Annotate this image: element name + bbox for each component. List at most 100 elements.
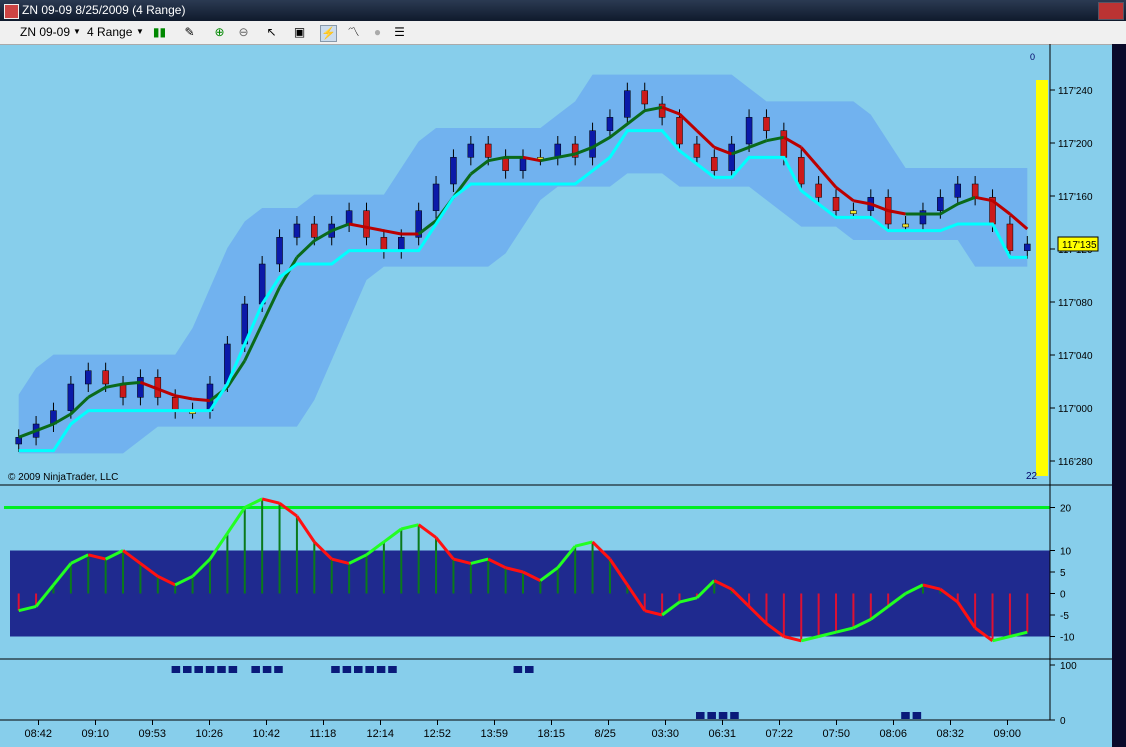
- pencil-icon[interactable]: ✎: [182, 25, 197, 40]
- circle-icon[interactable]: ●: [370, 25, 385, 40]
- x-tick-label: 08:32: [937, 728, 965, 740]
- cursor-icon[interactable]: ↖: [264, 25, 279, 40]
- signal-block: [183, 666, 192, 673]
- signal-block: [912, 712, 922, 719]
- x-tick-label: 12:52: [424, 728, 452, 740]
- x-tick-label: 18:15: [538, 728, 566, 740]
- price-bands: [18, 74, 1028, 454]
- crosshair-icon[interactable]: ▣: [292, 25, 307, 40]
- x-tick-label: 09:53: [139, 728, 167, 740]
- signal-block: [171, 666, 181, 673]
- candle-body: [624, 90, 631, 118]
- chevron-down-icon[interactable]: ▼: [136, 24, 144, 40]
- osc-tick-label: 10: [1060, 547, 1072, 558]
- instrument-select[interactable]: ZN 09-09: [20, 24, 70, 40]
- x-tick-label: 08:42: [25, 728, 53, 740]
- candle-body: [380, 237, 388, 251]
- candle-body: [954, 183, 961, 198]
- oscillator-line: [574, 540, 593, 548]
- x-tick-label: 11:18: [310, 728, 337, 740]
- candlestick-icon[interactable]: ▮▮: [152, 25, 167, 40]
- candle-body: [937, 197, 944, 211]
- x-tick-label: 09:10: [82, 728, 110, 740]
- price-tick-label: 117'040: [1058, 351, 1093, 362]
- candle-body: [345, 210, 353, 225]
- properties-icon[interactable]: ☰: [392, 25, 407, 40]
- zoom-out-icon[interactable]: ⊖: [236, 25, 251, 40]
- oscillator-box: [10, 550, 1050, 637]
- signal-block: [388, 666, 397, 673]
- oscillator-line: [800, 635, 819, 643]
- candle-body: [815, 183, 822, 198]
- candle-body: [1024, 243, 1031, 251]
- candle-body: [137, 377, 144, 398]
- signal-block: [376, 666, 386, 673]
- price-range-bar: [1036, 80, 1048, 476]
- candle-body: [171, 397, 179, 411]
- x-tick-label: 09:00: [994, 728, 1022, 740]
- candle-body: [676, 117, 683, 145]
- oscillator-line: [382, 527, 403, 544]
- oscillator-line: [278, 501, 298, 518]
- candle-body: [67, 383, 75, 411]
- candle-body: [902, 223, 909, 228]
- x-tick-label: 13:59: [481, 728, 509, 740]
- candle-body: [797, 157, 805, 185]
- signal-block: [228, 666, 238, 673]
- candle-body: [502, 157, 509, 171]
- signal-block: [513, 666, 523, 673]
- oscillator-line: [992, 635, 1011, 643]
- candle-body: [258, 263, 266, 305]
- oscillator-line: [295, 515, 316, 543]
- price-tick-label: 117'080: [1058, 298, 1093, 309]
- candle-body: [519, 157, 527, 171]
- signal-block: [342, 666, 352, 673]
- candle-body: [276, 237, 283, 265]
- title-bar: ZN 09-09 8/25/2009 (4 Range): [0, 0, 1126, 21]
- copyright-label: © 2009 NinjaTrader, LLC: [8, 472, 118, 483]
- oscillator-panel: [4, 497, 1050, 643]
- candle-body: [850, 210, 857, 214]
- osc-tick-label: -10: [1060, 633, 1075, 644]
- price-tick-label: 117'200: [1058, 139, 1093, 150]
- osc-tick-label: 0: [1060, 590, 1066, 601]
- chevron-down-icon[interactable]: ▼: [73, 24, 81, 40]
- oscillator-line: [261, 497, 280, 505]
- signal-block: [251, 666, 260, 673]
- signal-block: [217, 666, 226, 673]
- zero-label: 0: [1030, 52, 1035, 62]
- x-tick-label: 10:26: [196, 728, 224, 740]
- candle-body: [606, 117, 614, 131]
- candle-body: [119, 383, 127, 398]
- app-icon: [4, 4, 19, 19]
- price-tick-label: 117'000: [1058, 404, 1093, 415]
- osc-tick-label: 20: [1060, 504, 1072, 515]
- signal-block: [354, 666, 363, 673]
- indicator-icon[interactable]: 〽: [346, 25, 361, 40]
- candle-body: [398, 237, 405, 251]
- candle-body: [745, 117, 753, 145]
- signal-block: [194, 666, 203, 673]
- signal-block: [205, 666, 215, 673]
- x-tick-label: 12:14: [367, 728, 395, 740]
- price-tick-label: 116'280: [1058, 457, 1093, 468]
- bar-tick-label: 100: [1060, 661, 1077, 672]
- x-tick-label: 08:06: [880, 728, 908, 740]
- price-marker-label: 117'135: [1062, 240, 1097, 251]
- period-select[interactable]: 4 Range: [87, 24, 132, 40]
- candle-body: [728, 143, 735, 171]
- strategy-icon[interactable]: ⚡: [320, 25, 337, 42]
- zoom-in-icon[interactable]: ⊕: [212, 25, 227, 40]
- x-tick-label: 03:30: [652, 728, 680, 740]
- x-tick-label: 07:50: [823, 728, 851, 740]
- candle-body: [450, 157, 457, 185]
- close-icon[interactable]: [1098, 2, 1124, 20]
- candle-body: [693, 143, 701, 158]
- x-tick-label: 06:31: [709, 728, 737, 740]
- price-band: [18, 74, 1028, 454]
- bars-panel: [171, 666, 922, 719]
- candle-body: [1006, 223, 1014, 251]
- candle-body: [658, 103, 666, 118]
- candle-body: [432, 183, 440, 211]
- candle-body: [102, 370, 109, 385]
